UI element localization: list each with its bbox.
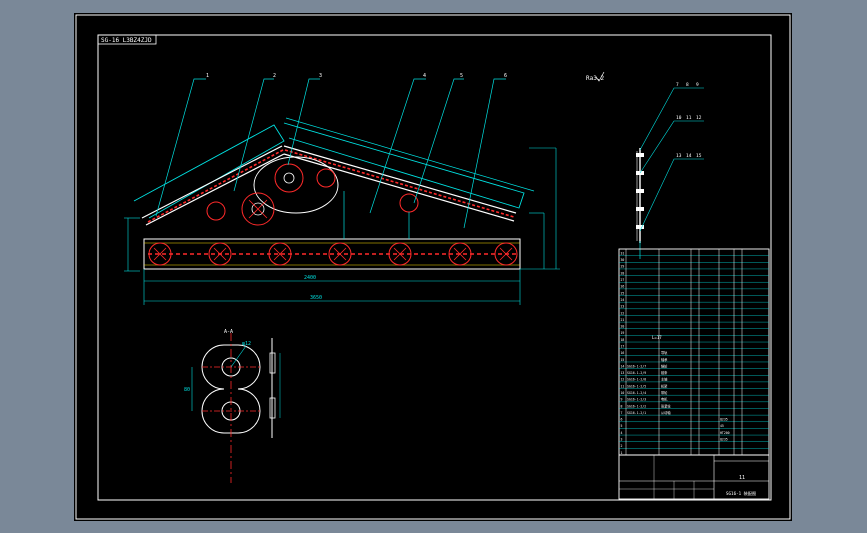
bom-table: 3130292827262524232221201918171615141312… [618, 248, 770, 500]
bom-row-number: 26 [621, 285, 625, 289]
balloon-12: 12 [696, 115, 702, 121]
bom-row-number: 9 [621, 398, 623, 402]
balloon-7: 7 [676, 82, 679, 88]
bom-row-number: 19 [621, 331, 625, 335]
balloon-4: 4 [423, 73, 426, 79]
bom-row-number: 11 [621, 384, 625, 388]
balloon-11: 11 [686, 115, 692, 121]
dim-detail-2: 80 [184, 387, 190, 393]
bom-row-number: 21 [621, 318, 625, 322]
bom-part-code: SG16-1-2/9 [627, 371, 646, 375]
bom-row-number: 1 [621, 451, 623, 455]
inner-frame [97, 34, 772, 501]
bom-material: HT200 [720, 431, 730, 435]
bom-row-number: 5 [621, 424, 623, 428]
bom-row-number: 8 [621, 404, 623, 408]
balloon-1: 1 [206, 73, 209, 79]
title-small: 11 [739, 475, 745, 481]
bom-part-name: 电机 [661, 397, 668, 402]
bom-row-number: 25 [621, 291, 625, 295]
balloon-14: 14 [686, 153, 692, 159]
bom-row-number: 30 [621, 258, 625, 262]
bom-row-number: 6 [621, 418, 623, 422]
bom-row-number: 28 [621, 271, 625, 275]
bom-row-number: 15 [621, 358, 625, 362]
bom-material: Q235 [720, 438, 728, 442]
detail-view: A-A 80 φ12 [184, 329, 281, 483]
bom-part-code: SG16-1-2/8 [627, 378, 646, 382]
detail-label: A-A [224, 329, 233, 335]
bom-row-number: 4 [621, 431, 623, 435]
bom-row-number: 18 [621, 338, 625, 342]
bom-material: 45 [720, 424, 724, 428]
bom-part-name: 从动轴 [661, 410, 671, 415]
bom-part-name: 机架 [661, 383, 668, 388]
bom-part-name: 轴承 [661, 357, 668, 362]
frame-tag: SG-16 L3BZ4ZJD [101, 37, 152, 44]
balloon-13: 13 [676, 153, 682, 159]
bom-row-number: 14 [621, 364, 625, 368]
bom-part-code: SG16-1-2/2 [627, 404, 646, 408]
balloon-2: 2 [273, 73, 276, 79]
bom-row-number: 17 [621, 344, 625, 348]
bom-row-number: 2 [621, 444, 623, 448]
bom-part-code: SG16-1-2/1 [627, 411, 646, 415]
side-view [636, 87, 704, 259]
dim-bottom-2: 3650 [310, 295, 322, 301]
bom-part-code: SG16-1-2/7 [627, 364, 646, 368]
bom-row-number: 13 [621, 371, 625, 375]
bom-part-code: SG16-1-2/3 [627, 398, 646, 402]
bom-row-number: 7 [621, 411, 623, 415]
main-assembly-view: 2400 3650 [124, 78, 560, 305]
balloon-5: 5 [460, 73, 463, 79]
bom-row-number: 12 [621, 378, 625, 382]
bom-row-number: 31 [621, 251, 625, 255]
bom-part-name: 主轴 [661, 377, 667, 382]
bom-row-number: 16 [621, 351, 625, 355]
bom-material: Q235 [720, 418, 728, 422]
outer-frame [75, 14, 791, 520]
bom-mid-note: L=17 [652, 335, 662, 340]
bom-part-name: 张紧轮 [661, 403, 671, 408]
bom-row-number: 27 [621, 278, 625, 282]
bom-row-number: 24 [621, 298, 625, 302]
bom-row-number: 23 [621, 305, 625, 309]
dim-detail-1: φ12 [242, 341, 251, 347]
bom-part-name: 链轮 [661, 363, 668, 368]
balloon-6: 6 [504, 73, 507, 79]
balloon-8: 8 [686, 82, 689, 88]
balloon-9: 9 [696, 82, 699, 88]
bom-part-name: 导轨 [661, 350, 668, 355]
bom-row-number: 29 [621, 265, 625, 269]
bom-row-number: 22 [621, 311, 625, 315]
bom-part-code: SG16-1-2/5 [627, 384, 646, 388]
balloon-10: 10 [676, 115, 682, 121]
drawing-svg: SG-16 L3BZ4ZJD 2400 3650 1 2 3 4 5 6 Ra3… [75, 14, 791, 520]
bom-part-name: 链条 [661, 370, 668, 375]
bom-row-number: 20 [621, 325, 625, 329]
bom-row-number: 3 [621, 438, 623, 442]
balloon-3: 3 [319, 73, 322, 79]
bom-row-number: 10 [621, 391, 625, 395]
balloon-15: 15 [696, 153, 702, 159]
dim-bottom-1: 2400 [304, 275, 316, 281]
bom-part-name: 带轮 [661, 390, 668, 395]
title-name: SG16-1 装配图 [726, 490, 756, 497]
cad-drawing-canvas[interactable]: SG-16 L3BZ4ZJD 2400 3650 1 2 3 4 5 6 Ra3… [74, 13, 792, 521]
bom-part-code: SG16-1-2/4 [627, 391, 646, 395]
